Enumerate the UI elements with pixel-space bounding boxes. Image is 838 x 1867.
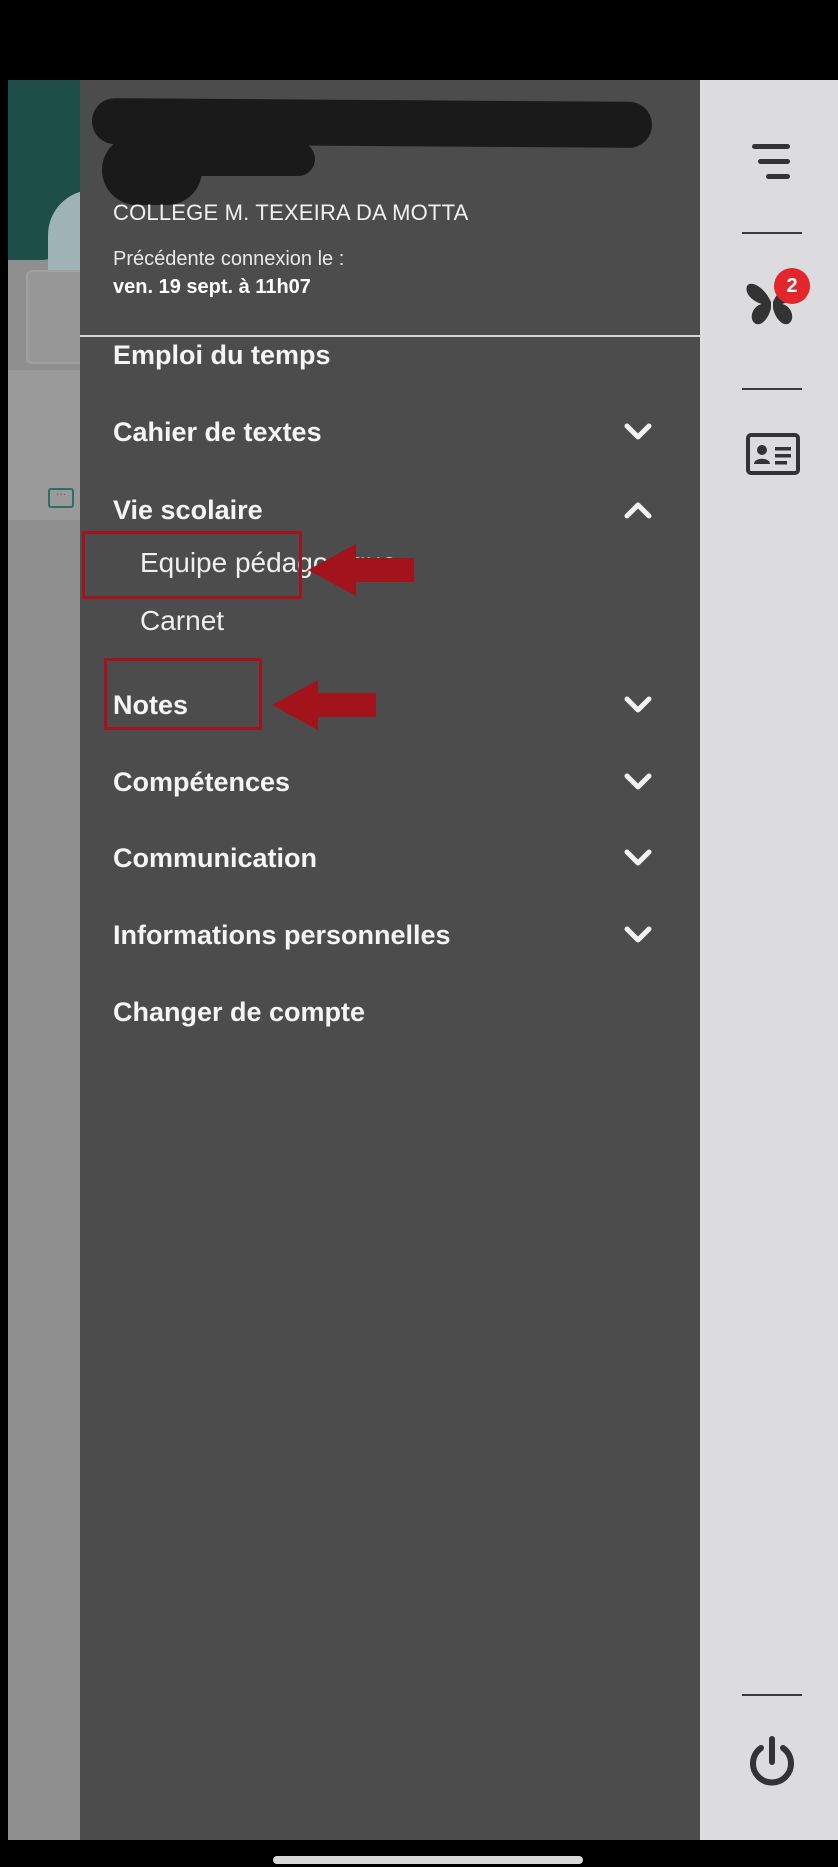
menu-item-label: Compétences — [113, 767, 291, 797]
menu-icon[interactable] — [748, 138, 796, 186]
status-bar — [0, 0, 838, 80]
chevron-down-icon[interactable] — [623, 833, 653, 883]
power-icon[interactable] — [744, 1734, 800, 1790]
annotation-arrow-icon — [272, 680, 376, 730]
id-card-icon[interactable] — [745, 430, 801, 478]
previous-login-date: ven. 19 sept. à 11h07 — [113, 276, 311, 298]
rail-divider — [742, 388, 802, 390]
rail-divider — [742, 232, 802, 234]
menu-item-label: Informations personnelles — [113, 920, 451, 950]
submenu-item-carnet[interactable]: Carnet — [140, 598, 224, 644]
notification-badge: 2 — [774, 268, 810, 304]
right-rail — [700, 80, 838, 1840]
chevron-down-icon[interactable] — [623, 680, 653, 730]
annotation-box-carnet — [104, 658, 262, 730]
menu-item-communication[interactable]: Communication — [113, 833, 673, 883]
menu-item-label: Emploi du temps — [113, 340, 331, 370]
redaction-mark — [170, 142, 315, 176]
menu-item-competences[interactable]: Compétences — [113, 757, 673, 807]
menu-item-changer-de-compte[interactable]: Changer de compte — [113, 987, 673, 1037]
screen-edge — [0, 80, 8, 1840]
menu-item-emploi-du-temps[interactable]: Emploi du temps — [113, 330, 673, 380]
chevron-down-icon[interactable] — [623, 910, 653, 960]
background-page: ··· — [8, 80, 80, 1840]
annotation-box-vie-scolaire — [82, 531, 302, 599]
school-name: COLLEGE M. TEXEIRA DA MOTTA — [113, 200, 469, 225]
chevron-down-icon[interactable] — [623, 757, 653, 807]
navigation-drawer: COLLEGE M. TEXEIRA DA MOTTA Précédente c… — [80, 80, 700, 1840]
menu-item-label: Communication — [113, 843, 318, 873]
menu-item-label: Vie scolaire — [113, 495, 263, 525]
background-card — [26, 270, 80, 364]
menu-item-cahier-de-textes[interactable]: Cahier de textes — [113, 407, 673, 457]
annotation-arrow-icon — [308, 544, 414, 596]
chevron-down-icon[interactable] — [623, 407, 653, 457]
menu-item-label: Changer de compte — [113, 997, 366, 1027]
menu-item-vie-scolaire[interactable]: Vie scolaire — [113, 485, 673, 535]
rail-divider — [742, 1694, 802, 1696]
home-handle[interactable] — [273, 1856, 583, 1864]
chevron-up-icon[interactable] — [623, 485, 653, 535]
menu-item-informations-personnelles[interactable]: Informations personnelles — [113, 910, 673, 960]
previous-login-label: Précédente connexion le : — [113, 248, 345, 270]
menu-item-label: Cahier de textes — [113, 417, 322, 447]
chat-icon: ··· — [48, 488, 74, 508]
redaction-mark — [91, 98, 653, 148]
